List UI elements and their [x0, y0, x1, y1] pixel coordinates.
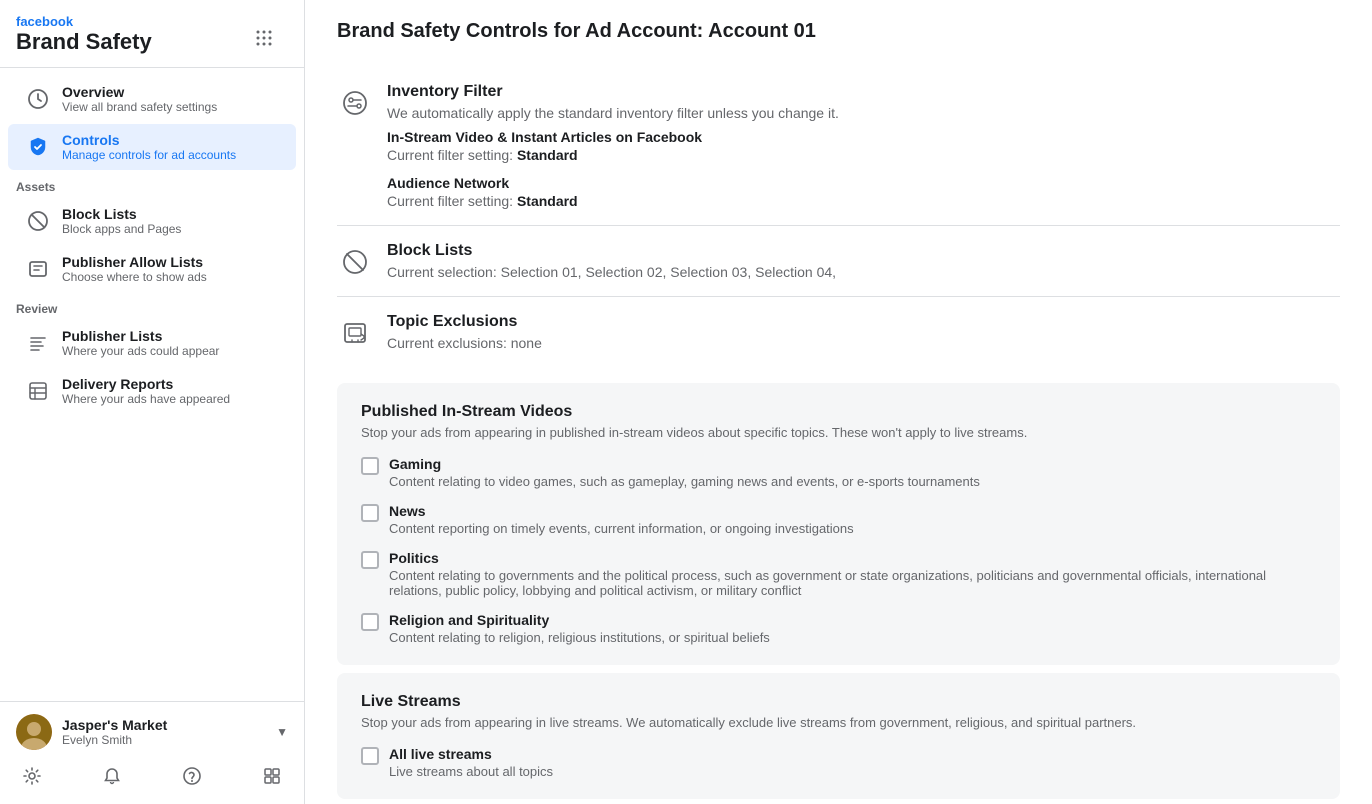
religion-desc: Content relating to religion, religious … — [389, 630, 770, 645]
publisher-allow-lists-label: Publisher Allow Lists — [62, 254, 207, 270]
topic-exclusions-icon — [337, 315, 373, 351]
block-lists-sec-icon — [337, 244, 373, 280]
assets-section-label: Assets — [0, 172, 304, 198]
news-label: News — [389, 503, 854, 519]
delivery-reports-label: Delivery Reports — [62, 376, 230, 392]
user-email: Evelyn Smith — [62, 733, 266, 747]
news-desc: Content reporting on timely events, curr… — [389, 521, 854, 536]
sidebar-item-delivery-reports[interactable]: Delivery Reports Where your ads have app… — [8, 368, 296, 414]
publisher-allow-lists-sublabel: Choose where to show ads — [62, 270, 207, 284]
inventory-filter-desc: We automatically apply the standard inve… — [387, 105, 1340, 121]
controls-sublabel: Manage controls for ad accounts — [62, 148, 236, 162]
main-content: Brand Safety Controls for Ad Account: Ac… — [305, 0, 1372, 804]
grid-icon[interactable] — [254, 28, 274, 48]
religion-checkbox-item: Religion and Spirituality Content relati… — [361, 612, 1316, 645]
review-section-label: Review — [0, 294, 304, 320]
publisher-lists-sublabel: Where your ads could appear — [62, 344, 219, 358]
news-checkbox-item: News Content reporting on timely events,… — [361, 503, 1316, 536]
grid-sm-icon[interactable] — [256, 760, 288, 792]
instream-video-value: Current filter setting: Standard — [387, 147, 1340, 163]
published-instream-panel: Published In-Stream Videos Stop your ads… — [337, 383, 1340, 665]
sidebar-bottom-icons — [16, 760, 288, 792]
politics-checkbox-item: Politics Content relating to governments… — [361, 550, 1316, 598]
gaming-label: Gaming — [389, 456, 980, 472]
page-title: Brand Safety Controls for Ad Account: Ac… — [337, 20, 1340, 43]
overview-label: Overview — [62, 84, 217, 100]
inventory-filter-section: Inventory Filter We automatically apply … — [337, 67, 1340, 226]
publisher-lists-label: Publisher Lists — [62, 328, 219, 344]
politics-checkbox[interactable] — [361, 551, 379, 569]
avatar — [16, 714, 52, 750]
religion-checkbox[interactable] — [361, 613, 379, 631]
topic-exclusions-title: Topic Exclusions — [387, 313, 1340, 331]
overview-sublabel: View all brand safety settings — [62, 100, 217, 114]
politics-label: Politics — [389, 550, 1316, 566]
filter-icon — [337, 85, 373, 121]
sidebar-item-publisher-allow-lists[interactable]: Publisher Allow Lists Choose where to sh… — [8, 246, 296, 292]
user-name: Jasper's Market — [62, 717, 266, 733]
settings-icon[interactable] — [16, 760, 48, 792]
live-streams-panel: Live Streams Stop your ads from appearin… — [337, 673, 1340, 799]
block-lists-label: Block Lists — [62, 206, 181, 222]
live-streams-title: Live Streams — [361, 693, 1316, 711]
all-live-streams-desc: Live streams about all topics — [389, 764, 553, 779]
topic-exclusions-section: Topic Exclusions Current exclusions: non… — [337, 297, 1340, 367]
religion-label: Religion and Spirituality — [389, 612, 770, 628]
inventory-filter-title: Inventory Filter — [387, 83, 1340, 101]
sidebar-item-controls[interactable]: Controls Manage controls for ad accounts — [8, 124, 296, 170]
controls-label: Controls — [62, 132, 236, 148]
sidebar-header: facebook Brand Safety — [0, 0, 304, 68]
facebook-brand: facebook — [16, 14, 152, 29]
all-live-streams-checkbox[interactable] — [361, 747, 379, 765]
sidebar: facebook Brand Safety — [0, 0, 305, 804]
published-instream-desc: Stop your ads from appearing in publishe… — [361, 425, 1316, 440]
user-row[interactable]: Jasper's Market Evelyn Smith ▼ — [16, 714, 288, 750]
block-list-icon — [24, 207, 52, 235]
block-lists-sec-desc: Current selection: Selection 01, Selecti… — [387, 264, 1340, 280]
audience-network-title: Audience Network — [387, 175, 1340, 191]
news-checkbox[interactable] — [361, 504, 379, 522]
sidebar-item-publisher-lists[interactable]: Publisher Lists Where your ads could app… — [8, 320, 296, 366]
bell-icon[interactable] — [96, 760, 128, 792]
block-lists-sublabel: Block apps and Pages — [62, 222, 181, 236]
topic-exclusions-desc: Current exclusions: none — [387, 335, 1340, 351]
dropdown-arrow-icon[interactable]: ▼ — [276, 725, 288, 739]
published-instream-title: Published In-Stream Videos — [361, 403, 1316, 421]
allow-list-icon — [24, 255, 52, 283]
delivery-reports-sublabel: Where your ads have appeared — [62, 392, 230, 406]
gaming-desc: Content relating to video games, such as… — [389, 474, 980, 489]
all-live-streams-item: All live streams Live streams about all … — [361, 746, 1316, 779]
instream-video-standard: Standard — [517, 147, 578, 163]
sidebar-bottom: Jasper's Market Evelyn Smith ▼ — [0, 701, 304, 804]
all-live-streams-label: All live streams — [389, 746, 553, 762]
sidebar-item-overview[interactable]: Overview View all brand safety settings — [8, 76, 296, 122]
audience-network-value: Current filter setting: Standard — [387, 193, 1340, 209]
sidebar-nav: Overview View all brand safety settings … — [0, 68, 304, 701]
shield-controls-icon — [24, 133, 52, 161]
help-icon[interactable] — [176, 760, 208, 792]
instream-video-title: In-Stream Video & Instant Articles on Fa… — [387, 129, 1340, 145]
block-lists-section: Block Lists Current selection: Selection… — [337, 226, 1340, 297]
gaming-checkbox[interactable] — [361, 457, 379, 475]
clock-icon — [24, 85, 52, 113]
delivery-reports-icon — [24, 377, 52, 405]
politics-desc: Content relating to governments and the … — [389, 568, 1316, 598]
audience-network-standard: Standard — [517, 193, 578, 209]
live-streams-desc: Stop your ads from appearing in live str… — [361, 715, 1316, 730]
block-lists-sec-title: Block Lists — [387, 242, 1340, 260]
sidebar-item-block-lists[interactable]: Block Lists Block apps and Pages — [8, 198, 296, 244]
gaming-checkbox-item: Gaming Content relating to video games, … — [361, 456, 1316, 489]
publisher-lists-icon — [24, 329, 52, 357]
brand-safety-title: Brand Safety — [16, 29, 152, 55]
